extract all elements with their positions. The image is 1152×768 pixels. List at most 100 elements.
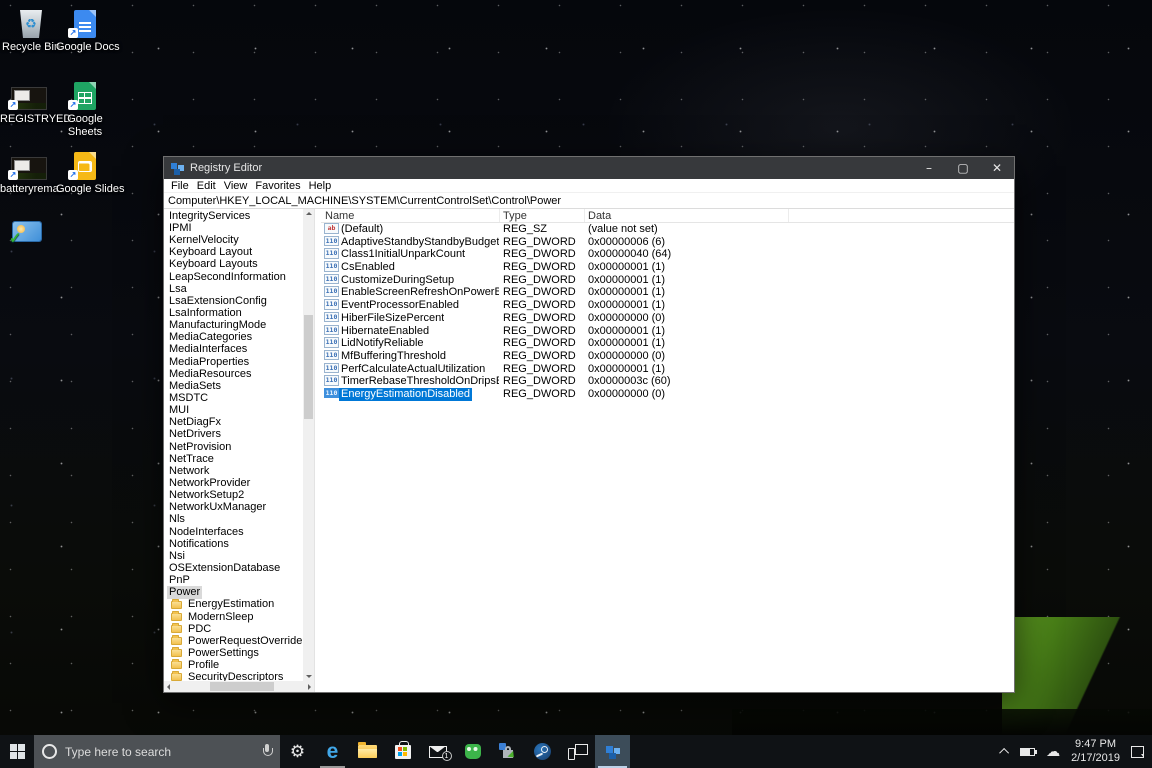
tree-item-networkuxmanager[interactable]: NetworkUxManager <box>164 501 303 513</box>
menu-item-help[interactable]: Help <box>305 180 336 192</box>
menu-item-favorites[interactable]: Favorites <box>251 180 304 192</box>
desktop-icon-registryed[interactable]: ↗ REGISTRYED... <box>0 78 80 126</box>
taskbar-app-mail[interactable]: 1 <box>420 735 455 768</box>
chevron-up-icon[interactable] <box>999 747 1010 758</box>
microphone-icon[interactable] <box>262 743 273 760</box>
tree-item-mediainterfaces[interactable]: MediaInterfaces <box>164 343 303 356</box>
value-name[interactable]: HibernateEnabled <box>341 325 429 338</box>
tree-item-kernelvelocity[interactable]: KernelVelocity <box>164 234 303 246</box>
values-column-header[interactable]: Name Type Data <box>321 209 1014 223</box>
taskbar-app-steam[interactable] <box>525 735 560 768</box>
tree-item-mediaresources[interactable]: MediaResources <box>164 368 303 380</box>
tree-item-powersettings[interactable]: PowerSettings <box>164 647 303 659</box>
tree-item-modernsleep[interactable]: ModernSleep <box>164 611 303 623</box>
tree-item-notifications[interactable]: Notifications <box>164 538 303 550</box>
scroll-up-icon[interactable] <box>305 212 312 215</box>
value-row[interactable]: HiberFileSizePercent REG_DWORD 0x00000000 … <box>321 311 1014 325</box>
taskbar-app-registry-editor[interactable] <box>595 735 630 768</box>
tree-item-keyboard-layout[interactable]: Keyboard Layout <box>164 246 303 258</box>
taskbar-app-file-explorer[interactable] <box>350 735 385 768</box>
action-center-icon[interactable] <box>1131 745 1144 758</box>
tree-item-netdiagfx[interactable]: NetDiagFx <box>164 416 303 428</box>
desktop-icon-batteryrema[interactable]: ↗ batteryrema... <box>0 148 68 196</box>
menu-item-view[interactable]: View <box>220 180 252 192</box>
tree-item-powerrequestoverride[interactable]: PowerRequestOverride <box>164 635 303 647</box>
value-name[interactable]: EventProcessorEnabled <box>341 299 459 312</box>
taskbar-app-lock-app[interactable] <box>490 735 525 768</box>
menu-item-edit[interactable]: Edit <box>193 180 220 192</box>
tree-item-networkprovider[interactable]: NetworkProvider <box>164 477 303 489</box>
desktop-icon-google-docs[interactable]: ↗ Google Docs <box>56 6 120 54</box>
scroll-right-icon[interactable] <box>308 683 311 690</box>
tree-item-msdtc[interactable]: MSDTC <box>164 392 303 404</box>
tree-item-pnp[interactable]: PnP <box>164 574 303 586</box>
column-separator[interactable] <box>788 209 789 222</box>
battery-icon[interactable] <box>1020 747 1038 756</box>
taskbar-clock[interactable]: 9:47 PM 2/17/2019 <box>1071 738 1120 766</box>
column-separator[interactable] <box>584 209 585 222</box>
taskbar-app-your-phone[interactable] <box>560 735 595 768</box>
column-separator[interactable] <box>499 209 500 222</box>
desktop-icon-recycle-bin[interactable]: ♻ Recycle Bin <box>2 6 60 54</box>
tree-item-mediaproperties[interactable]: MediaProperties <box>164 356 303 368</box>
value-row[interactable]: TimerRebaseThresholdOnDripsExit REG_DWORD… <box>321 375 1014 388</box>
value-name[interactable]: MfBufferingThreshold <box>341 350 446 363</box>
tree-item-energyestimation[interactable]: EnergyEstimation <box>164 598 303 611</box>
tree-horizontal-scrollbar[interactable] <box>164 681 314 692</box>
taskbar-app-green-app[interactable] <box>455 735 490 768</box>
value-row[interactable]: EventProcessorEnabled REG_DWORD 0x00000001… <box>321 299 1014 312</box>
onedrive-cloud-icon[interactable]: ☁ <box>1046 745 1060 759</box>
tree-item-network[interactable]: Network <box>164 465 303 477</box>
tree-item-securitydescriptors[interactable]: SecurityDescriptors <box>164 671 303 681</box>
value-row[interactable]: PerfCalculateActualUtilization REG_DWORD 0… <box>321 362 1014 376</box>
value-row[interactable]: (Default) REG_SZ (value not set) <box>321 223 1014 236</box>
value-name[interactable]: AdaptiveStandbyStandbyBudgetAvgInter... <box>341 236 499 249</box>
value-row[interactable]: EnableScreenRefreshOnPowerButtonLon... RE… <box>321 286 1014 299</box>
column-data[interactable]: Data <box>588 209 611 223</box>
tree-item-keyboard-layouts[interactable]: Keyboard Layouts <box>164 258 303 271</box>
value-row[interactable]: EnergyEstimationDisabled REG_DWORD 0x00000… <box>321 387 1014 401</box>
taskbar-app-settings-gear[interactable]: ⚙ <box>280 735 315 768</box>
start-button[interactable] <box>0 735 34 768</box>
tree-item-integrityservices[interactable]: IntegrityServices <box>164 210 303 222</box>
value-name[interactable]: CustomizeDuringSetup <box>341 274 454 287</box>
value-name[interactable]: (Default) <box>341 223 383 236</box>
value-name[interactable]: EnergyEstimationDisabled <box>339 387 473 401</box>
tree-item-mediasets[interactable]: MediaSets <box>164 380 303 392</box>
tree-item-profile[interactable]: Profile <box>164 659 303 671</box>
value-name[interactable]: Class1InitialUnparkCount <box>341 248 465 261</box>
value-name[interactable]: HiberFileSizePercent <box>341 312 444 325</box>
minimize-button[interactable]: – <box>912 157 946 179</box>
tree-item-ipmi[interactable]: IPMI <box>164 222 303 234</box>
column-type[interactable]: Type <box>503 209 527 223</box>
value-row[interactable]: LidNotifyReliable REG_DWORD 0x00000001 (1) <box>321 337 1014 350</box>
value-row[interactable]: MfBufferingThreshold REG_DWORD 0x00000000 … <box>321 349 1014 363</box>
title-bar[interactable]: Registry Editor – ▢ ✕ <box>164 157 1014 179</box>
tree-item-netprovision[interactable]: NetProvision <box>164 441 303 453</box>
tree-item-nodeinterfaces[interactable]: NodeInterfaces <box>164 526 303 538</box>
tree-item-mediacategories[interactable]: MediaCategories <box>164 331 303 343</box>
vertical-scroll-thumb[interactable] <box>304 315 313 419</box>
menu-item-file[interactable]: File <box>167 180 193 192</box>
taskbar-app-store[interactable] <box>385 735 420 768</box>
value-name[interactable]: TimerRebaseThresholdOnDripsExit <box>341 375 499 388</box>
value-row[interactable]: AdaptiveStandbyStandbyBudgetAvgInter... R… <box>321 235 1014 249</box>
tree-item-pdc[interactable]: PDC <box>164 623 303 635</box>
value-name[interactable]: PerfCalculateActualUtilization <box>341 363 485 376</box>
value-name[interactable]: EnableScreenRefreshOnPowerButtonLon... <box>341 286 499 299</box>
value-row[interactable]: Class1InitialUnparkCount REG_DWORD 0x00000… <box>321 248 1014 261</box>
tree-vertical-scrollbar[interactable] <box>303 209 314 681</box>
tree-item-nls[interactable]: Nls <box>164 513 303 526</box>
address-bar[interactable]: Computer\HKEY_LOCAL_MACHINE\SYSTEM\Curre… <box>164 193 1014 209</box>
tree-item-power[interactable]: Power <box>164 586 303 599</box>
tree-item-manufacturingmode[interactable]: ManufacturingMode <box>164 319 303 331</box>
tree-item-nettrace[interactable]: NetTrace <box>164 453 303 465</box>
tree-item-lsainformation[interactable]: LsaInformation <box>164 307 303 319</box>
tree-item-leapsecondinformation[interactable]: LeapSecondInformation <box>164 271 303 283</box>
tree-item-lsaextensionconfig[interactable]: LsaExtensionConfig <box>164 295 303 307</box>
desktop-icon-google-slides[interactable]: ↗ Google Slides <box>56 148 125 196</box>
column-name[interactable]: Name <box>325 209 354 223</box>
taskbar-app-edge[interactable]: e <box>315 735 350 768</box>
tree-item-osextensiondatabase[interactable]: OSExtensionDatabase <box>164 562 303 574</box>
search-box[interactable]: Type here to search <box>34 735 280 768</box>
